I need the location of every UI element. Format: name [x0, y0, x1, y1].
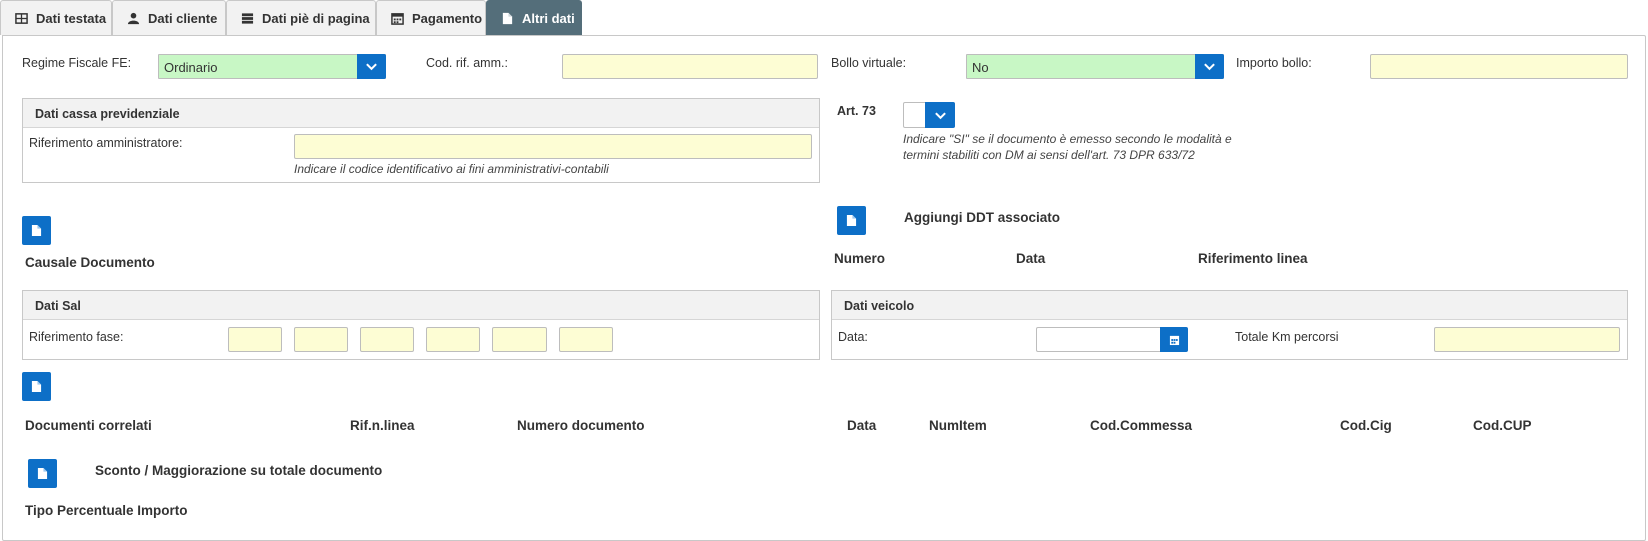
- document-icon: [31, 381, 42, 392]
- riferimento-fase-input-2[interactable]: [294, 327, 348, 352]
- correlati-col-cod-cig: Cod.Cig: [1340, 418, 1392, 433]
- table-icon: [15, 12, 28, 24]
- riferimento-fase-input-6[interactable]: [559, 327, 613, 352]
- sconto-title: Sconto / Maggiorazione su totale documen…: [95, 463, 383, 478]
- tab-label: Dati piè di pagina: [262, 10, 370, 26]
- tab-dati-pie-di-pagina[interactable]: Dati piè di pagina: [226, 0, 376, 35]
- riferimento-fase-label: Riferimento fase:: [29, 330, 124, 344]
- tab-altri-dati[interactable]: Altri dati: [486, 0, 582, 35]
- causale-documento-label: Causale Documento: [25, 255, 155, 270]
- tab-pagamento[interactable]: Pagamento: [376, 0, 486, 35]
- tab-bar: Dati testata Dati cliente Dati piè di pa…: [0, 0, 1648, 35]
- correlati-col-rif-linea: Rif.n.linea: [350, 418, 415, 433]
- document-icon: [37, 468, 48, 479]
- correlati-col-data: Data: [847, 418, 877, 433]
- totale-km-label: Totale Km percorsi: [1235, 330, 1339, 344]
- importo-bollo-label: Importo bollo:: [1236, 56, 1312, 70]
- tab-label: Dati cliente: [148, 10, 218, 26]
- correlati-col-cod-commessa: Cod.Commessa: [1090, 418, 1193, 433]
- chevron-down-icon[interactable]: [925, 102, 955, 128]
- add-documento-correlato-button[interactable]: [22, 372, 51, 401]
- add-ddt-button[interactable]: [837, 206, 866, 235]
- bollo-virtuale-select[interactable]: No: [966, 54, 1224, 79]
- tab-label: Dati testata: [36, 10, 107, 26]
- tab-dati-cliente[interactable]: Dati cliente: [112, 0, 226, 35]
- ddt-title: Aggiungi DDT associato: [904, 210, 1061, 225]
- calendar-icon: [1169, 335, 1179, 345]
- dati-sal-section: Dati Sal: [22, 290, 820, 360]
- ddt-col-numero: Numero: [834, 251, 886, 266]
- art73-hint-line1: Indicare "SI" se il documento è emesso s…: [903, 132, 1232, 146]
- totale-km-input[interactable]: [1434, 327, 1620, 352]
- sconto-columns: Tipo Percentuale Importo: [25, 503, 188, 518]
- cassa-previdenziale-title: Dati cassa previdenziale: [23, 99, 819, 128]
- cod-rif-amm-label: Cod. rif. amm.:: [426, 56, 508, 70]
- riferimento-fase-input-1[interactable]: [228, 327, 282, 352]
- correlati-col-cod-cup: Cod.CUP: [1473, 418, 1532, 433]
- riferimento-fase-input-5[interactable]: [492, 327, 547, 352]
- dati-sal-title: Dati Sal: [23, 291, 819, 320]
- tab-label: Altri dati: [522, 10, 575, 26]
- document-icon: [502, 12, 513, 24]
- date-picker-button[interactable]: [1160, 327, 1188, 352]
- ddt-col-data: Data: [1016, 251, 1046, 266]
- document-icon: [31, 225, 42, 236]
- user-icon: [127, 12, 140, 24]
- bollo-virtuale-label: Bollo virtuale:: [831, 56, 907, 70]
- riferimento-fase-input-3[interactable]: [360, 327, 414, 352]
- calendar-icon: [391, 12, 404, 25]
- bollo-virtuale-value: No: [972, 60, 989, 75]
- regime-fiscale-label: Regime Fiscale FE:: [22, 56, 132, 70]
- art73-hint-line2: termini stabiliti con DM ai sensi dell'a…: [903, 148, 1195, 162]
- riferimento-amministratore-label: Riferimento amministratore:: [29, 136, 183, 150]
- tab-dati-testata[interactable]: Dati testata: [0, 0, 112, 35]
- list-icon: [241, 12, 254, 24]
- correlati-col-documenti: Documenti correlati: [25, 418, 152, 433]
- correlati-col-numitem: NumItem: [929, 418, 987, 433]
- regime-fiscale-value: Ordinario: [164, 60, 218, 75]
- ddt-col-riferimento-linea: Riferimento linea: [1198, 251, 1308, 266]
- dati-veicolo-title: Dati veicolo: [832, 291, 1627, 320]
- veicolo-data-label: Data:: [838, 330, 868, 344]
- document-icon: [846, 215, 857, 226]
- regime-fiscale-select[interactable]: Ordinario: [158, 54, 386, 79]
- chevron-down-icon[interactable]: [1195, 54, 1224, 79]
- correlati-col-numero-documento: Numero documento: [517, 418, 645, 433]
- add-causale-button[interactable]: [22, 216, 51, 245]
- importo-bollo-input[interactable]: [1370, 54, 1628, 79]
- tab-label: Pagamento: [412, 10, 483, 26]
- riferimento-fase-input-4[interactable]: [426, 327, 480, 352]
- riferimento-amministratore-input[interactable]: [294, 134, 812, 159]
- art73-label: Art. 73: [837, 104, 876, 118]
- art73-select[interactable]: [903, 102, 955, 128]
- chevron-down-icon[interactable]: [357, 54, 386, 79]
- add-sconto-button[interactable]: [28, 459, 57, 488]
- cod-rif-amm-input[interactable]: [562, 54, 818, 79]
- riferimento-amministratore-hint: Indicare il codice identificativo ai fin…: [294, 162, 609, 176]
- veicolo-data-input[interactable]: [1036, 327, 1162, 352]
